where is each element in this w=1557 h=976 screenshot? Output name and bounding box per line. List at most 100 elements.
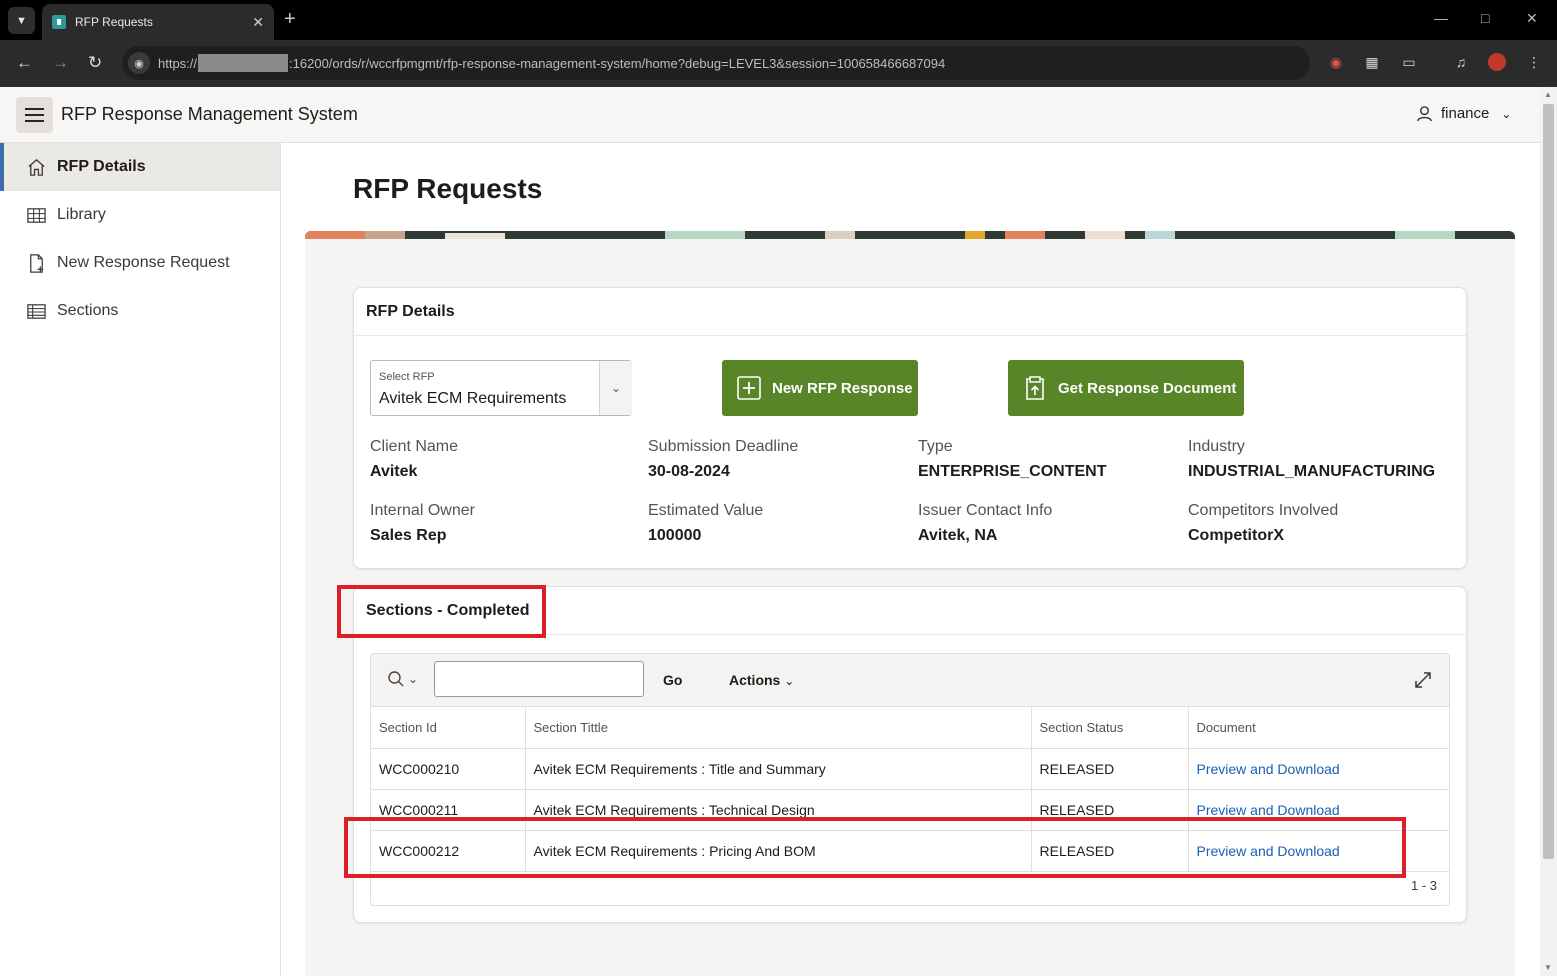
qr-code-icon[interactable]: ▦ bbox=[1363, 53, 1381, 71]
table-header-row: Section Id Section Tittle Section Status… bbox=[371, 707, 1449, 749]
url-prefix: https:// bbox=[158, 55, 198, 71]
report-toolbar: ⌄ Go Actions ⌄ bbox=[370, 653, 1450, 707]
annotation-highlight-row bbox=[344, 817, 1406, 878]
user-menu[interactable]: finance ⌄ bbox=[1416, 105, 1511, 122]
annotation-highlight-heading bbox=[337, 585, 546, 638]
rfp-details-card: RFP Details Select RFP Avitek ECM Requir… bbox=[353, 287, 1467, 569]
preview-download-link[interactable]: Preview and Download bbox=[1197, 761, 1340, 777]
decorative-banner bbox=[305, 231, 1515, 239]
sidebar-item-label: New Response Request bbox=[57, 254, 230, 271]
search-icon bbox=[388, 671, 404, 687]
sidebar: RFP Details Library New Response Request… bbox=[0, 143, 281, 976]
sidebar-item-label: Library bbox=[57, 206, 106, 223]
submission-deadline-field: Submission Deadline 30-08-2024 bbox=[648, 438, 798, 481]
url-path: :16200/ords/r/wccrfpmgmt/rfp-response-ma… bbox=[289, 55, 946, 71]
maximize-icon[interactable]: □ bbox=[1481, 10, 1489, 26]
field-label: Competitors Involved bbox=[1188, 502, 1339, 519]
field-label: Type bbox=[918, 438, 953, 455]
column-header-section-id[interactable]: Section Id bbox=[371, 707, 526, 749]
document-cell: Preview and Download bbox=[1188, 748, 1449, 790]
get-response-document-button[interactable]: Get Response Document bbox=[1008, 360, 1244, 416]
type-field: Type ENTERPRISE_CONTENT bbox=[918, 438, 1106, 481]
forward-icon[interactable]: → bbox=[52, 53, 69, 73]
sidebar-item-new-response-request[interactable]: New Response Request bbox=[0, 239, 280, 287]
user-name: finance bbox=[1441, 105, 1490, 122]
chevron-down-icon[interactable]: ⌄ bbox=[599, 361, 632, 415]
extensions-icon[interactable]: ▭ bbox=[1400, 53, 1418, 71]
field-label: Client Name bbox=[370, 438, 459, 455]
field-value: CompetitorX bbox=[1188, 527, 1284, 544]
column-header-document[interactable]: Document bbox=[1188, 707, 1449, 749]
client-name-field: Client Name Avitek bbox=[370, 438, 458, 481]
back-icon[interactable]: ← bbox=[16, 53, 33, 73]
menu-toggle-button[interactable] bbox=[16, 97, 53, 133]
table-icon bbox=[27, 303, 46, 319]
page-title: RFP Requests bbox=[353, 173, 543, 204]
estimated-value-field: Estimated Value 100000 bbox=[648, 502, 763, 545]
search-input[interactable] bbox=[434, 661, 644, 697]
field-value: ENTERPRISE_CONTENT bbox=[918, 463, 1107, 480]
field-label: Submission Deadline bbox=[648, 438, 799, 455]
tab-title: RFP Requests bbox=[75, 15, 153, 29]
expand-icon[interactable] bbox=[1413, 670, 1433, 690]
minimize-icon[interactable]: — bbox=[1434, 10, 1448, 26]
browser-tab-bar: ▼ RFP Requests ✕ + — □ ✕ bbox=[0, 0, 1557, 40]
column-header-section-title[interactable]: Section Tittle bbox=[525, 707, 1032, 749]
field-value: INDUSTRIAL_MANUFACTURING bbox=[1188, 463, 1436, 480]
browser-tab[interactable]: RFP Requests ✕ bbox=[42, 4, 274, 40]
browser-address-bar: ← → ↻ ◉ https:// :16200/ords/r/wccrfpmgm… bbox=[0, 40, 1557, 87]
new-rfp-response-button[interactable]: New RFP Response bbox=[722, 360, 918, 416]
url-bar[interactable]: ◉ https:// :16200/ords/r/wccrfpmgmt/rfp-… bbox=[122, 46, 1310, 80]
app-header: RFP Response Management System finance ⌄ bbox=[0, 87, 1540, 143]
section-status-cell: RELEASED bbox=[1031, 748, 1189, 790]
reload-icon[interactable]: ↻ bbox=[88, 53, 102, 73]
field-value: Avitek, NA bbox=[918, 527, 998, 544]
field-value: 30-08-2024 bbox=[648, 463, 730, 480]
more-menu-icon[interactable]: ⋮ bbox=[1525, 53, 1543, 71]
new-rfp-response-label: New RFP Response bbox=[772, 379, 913, 397]
sidebar-item-label: RFP Details bbox=[57, 158, 146, 175]
user-icon bbox=[1417, 106, 1432, 122]
favicon-icon bbox=[52, 15, 66, 29]
record-icon[interactable]: ◉ bbox=[1327, 53, 1345, 71]
chevron-down-icon: ⌄ bbox=[408, 672, 419, 686]
profile-avatar[interactable] bbox=[1488, 53, 1506, 71]
competitors-field: Competitors Involved CompetitorX bbox=[1188, 502, 1338, 545]
chevron-down-icon: ⌄ bbox=[1501, 106, 1512, 121]
sidebar-item-rfp-details[interactable]: RFP Details bbox=[0, 143, 280, 191]
tab-search-button[interactable]: ▼ bbox=[8, 7, 35, 34]
redacted-host bbox=[198, 54, 289, 72]
pagination-label: 1 - 3 bbox=[1411, 878, 1438, 893]
sidebar-item-sections[interactable]: Sections bbox=[0, 287, 280, 335]
file-plus-icon bbox=[30, 253, 44, 273]
go-button[interactable]: Go bbox=[663, 672, 682, 688]
tab-close-icon[interactable]: ✕ bbox=[252, 14, 264, 31]
select-rfp-label: Select RFP bbox=[379, 371, 435, 383]
close-window-icon[interactable]: ✕ bbox=[1526, 10, 1538, 27]
field-value: 100000 bbox=[648, 527, 702, 544]
column-header-section-status[interactable]: Section Status bbox=[1031, 707, 1189, 749]
section-id-cell: WCC000210 bbox=[371, 748, 526, 790]
internal-owner-field: Internal Owner Sales Rep bbox=[370, 502, 475, 545]
industry-field: Industry INDUSTRIAL_MANUFACTURING bbox=[1188, 438, 1435, 481]
search-column-selector[interactable]: ⌄ bbox=[387, 670, 418, 688]
field-label: Internal Owner bbox=[370, 502, 475, 519]
sidebar-item-library[interactable]: Library bbox=[0, 191, 280, 239]
field-label: Issuer Contact Info bbox=[918, 502, 1053, 519]
field-label: Industry bbox=[1188, 438, 1245, 455]
actions-menu-button[interactable]: Actions ⌄ bbox=[729, 672, 794, 688]
select-rfp-field[interactable]: Select RFP Avitek ECM Requirements ⌄ bbox=[370, 360, 632, 416]
field-value: Sales Rep bbox=[370, 527, 447, 544]
clipboard-upload-icon bbox=[1026, 376, 1044, 400]
preview-download-link[interactable]: Preview and Download bbox=[1197, 802, 1340, 818]
page-scrollbar[interactable]: ▲ ▼ bbox=[1540, 87, 1557, 976]
grid-icon bbox=[27, 207, 46, 223]
site-info-icon[interactable]: ◉ bbox=[128, 52, 150, 74]
app-title: RFP Response Management System bbox=[61, 104, 358, 124]
new-tab-icon[interactable]: + bbox=[284, 8, 296, 30]
media-icon[interactable]: ♫ bbox=[1452, 53, 1470, 71]
add-box-icon bbox=[737, 376, 761, 400]
rfp-details-heading: RFP Details bbox=[354, 288, 1466, 336]
sidebar-item-label: Sections bbox=[57, 302, 119, 319]
chevron-down-icon: ⌄ bbox=[784, 674, 795, 688]
